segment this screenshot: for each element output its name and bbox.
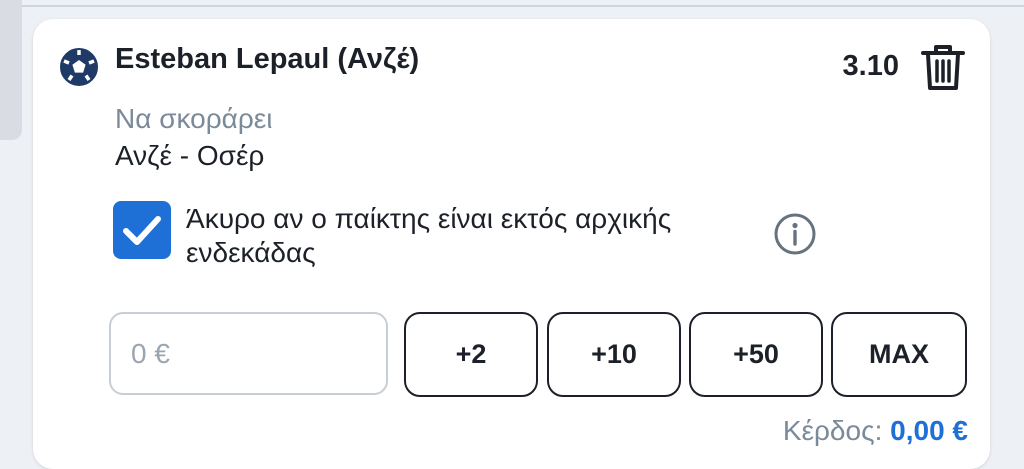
quick-stake-2-button[interactable]: +2 <box>404 312 538 397</box>
top-divider <box>0 5 1024 7</box>
quick-stake-max-button[interactable]: MAX <box>831 312 967 397</box>
quick-stake-50-button[interactable]: +50 <box>689 312 823 397</box>
checkmark-icon <box>123 216 161 245</box>
trash-icon[interactable] <box>920 42 966 92</box>
bet-slip-card: Esteban Lepaul (Ανζέ) 3.10 Να σκοράρει Α… <box>33 19 990 469</box>
quick-stake-10-button[interactable]: +10 <box>547 312 681 397</box>
void-option-label: Άκυρο αν ο παίκτης είναι εκτός αρχικής ε… <box>186 203 672 268</box>
profit-label: Κέρδος: <box>782 415 883 446</box>
selection-name: Esteban Lepaul (Ανζέ) <box>115 43 420 75</box>
potential-profit: Κέρδος: 0,00 € <box>783 415 968 447</box>
market-name: Να σκοράρει <box>115 103 273 134</box>
match-name: Ανζέ - Οσέρ <box>115 140 265 171</box>
profit-value: 0,00 € <box>890 415 968 446</box>
info-icon[interactable] <box>773 212 817 256</box>
stake-input[interactable] <box>109 312 388 395</box>
left-edge-panel <box>0 0 22 140</box>
football-icon <box>60 48 98 86</box>
void-checkbox[interactable] <box>113 201 171 259</box>
odds-value: 3.10 <box>842 50 899 82</box>
